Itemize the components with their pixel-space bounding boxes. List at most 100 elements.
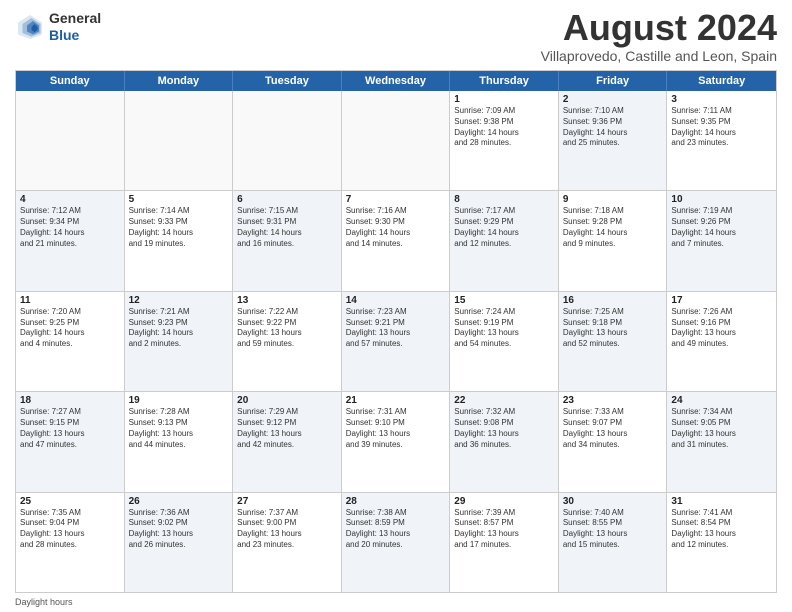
- calendar-row-1: 4Sunrise: 7:12 AM Sunset: 9:34 PM Daylig…: [16, 190, 776, 290]
- calendar-cell-r0-c4: 1Sunrise: 7:09 AM Sunset: 9:38 PM Daylig…: [450, 91, 559, 190]
- calendar: Sunday Monday Tuesday Wednesday Thursday…: [15, 70, 777, 593]
- calendar-row-3: 18Sunrise: 7:27 AM Sunset: 9:15 PM Dayli…: [16, 391, 776, 491]
- day-info: Sunrise: 7:16 AM Sunset: 9:30 PM Dayligh…: [346, 206, 446, 249]
- day-number: 1: [454, 94, 554, 105]
- calendar-cell-r3-c1: 19Sunrise: 7:28 AM Sunset: 9:13 PM Dayli…: [125, 392, 234, 491]
- calendar-row-4: 25Sunrise: 7:35 AM Sunset: 9:04 PM Dayli…: [16, 492, 776, 592]
- day-info: Sunrise: 7:33 AM Sunset: 9:07 PM Dayligh…: [563, 407, 663, 450]
- day-number: 24: [671, 395, 772, 406]
- day-number: 6: [237, 194, 337, 205]
- calendar-cell-r4-c0: 25Sunrise: 7:35 AM Sunset: 9:04 PM Dayli…: [16, 493, 125, 592]
- day-number: 29: [454, 496, 554, 507]
- day-number: 30: [563, 496, 663, 507]
- day-number: 2: [563, 94, 663, 105]
- location-subtitle: Villaprovedo, Castille and Leon, Spain: [541, 48, 777, 64]
- calendar-cell-r1-c5: 9Sunrise: 7:18 AM Sunset: 9:28 PM Daylig…: [559, 191, 668, 290]
- page-header: General Blue August 2024 Villaprovedo, C…: [15, 10, 777, 64]
- day-number: 19: [129, 395, 229, 406]
- day-info: Sunrise: 7:38 AM Sunset: 8:59 PM Dayligh…: [346, 508, 446, 551]
- day-number: 5: [129, 194, 229, 205]
- weekday-saturday: Saturday: [667, 71, 776, 91]
- calendar-cell-r3-c0: 18Sunrise: 7:27 AM Sunset: 9:15 PM Dayli…: [16, 392, 125, 491]
- day-info: Sunrise: 7:28 AM Sunset: 9:13 PM Dayligh…: [129, 407, 229, 450]
- day-number: 22: [454, 395, 554, 406]
- day-info: Sunrise: 7:22 AM Sunset: 9:22 PM Dayligh…: [237, 307, 337, 350]
- calendar-cell-r0-c2: [233, 91, 342, 190]
- day-number: 25: [20, 496, 120, 507]
- calendar-cell-r4-c5: 30Sunrise: 7:40 AM Sunset: 8:55 PM Dayli…: [559, 493, 668, 592]
- day-number: 27: [237, 496, 337, 507]
- day-number: 31: [671, 496, 772, 507]
- logo-blue: Blue: [49, 27, 79, 43]
- title-block: August 2024 Villaprovedo, Castille and L…: [541, 10, 777, 64]
- day-info: Sunrise: 7:11 AM Sunset: 9:35 PM Dayligh…: [671, 106, 772, 149]
- calendar-cell-r1-c2: 6Sunrise: 7:15 AM Sunset: 9:31 PM Daylig…: [233, 191, 342, 290]
- day-info: Sunrise: 7:27 AM Sunset: 9:15 PM Dayligh…: [20, 407, 120, 450]
- calendar-header: Sunday Monday Tuesday Wednesday Thursday…: [16, 71, 776, 91]
- calendar-cell-r3-c2: 20Sunrise: 7:29 AM Sunset: 9:12 PM Dayli…: [233, 392, 342, 491]
- calendar-cell-r3-c5: 23Sunrise: 7:33 AM Sunset: 9:07 PM Dayli…: [559, 392, 668, 491]
- day-info: Sunrise: 7:12 AM Sunset: 9:34 PM Dayligh…: [20, 206, 120, 249]
- day-info: Sunrise: 7:18 AM Sunset: 9:28 PM Dayligh…: [563, 206, 663, 249]
- weekday-monday: Monday: [125, 71, 234, 91]
- day-info: Sunrise: 7:09 AM Sunset: 9:38 PM Dayligh…: [454, 106, 554, 149]
- day-info: Sunrise: 7:36 AM Sunset: 9:02 PM Dayligh…: [129, 508, 229, 551]
- weekday-friday: Friday: [559, 71, 668, 91]
- day-info: Sunrise: 7:40 AM Sunset: 8:55 PM Dayligh…: [563, 508, 663, 551]
- calendar-cell-r2-c6: 17Sunrise: 7:26 AM Sunset: 9:16 PM Dayli…: [667, 292, 776, 391]
- day-info: Sunrise: 7:21 AM Sunset: 9:23 PM Dayligh…: [129, 307, 229, 350]
- calendar-cell-r0-c1: [125, 91, 234, 190]
- day-number: 23: [563, 395, 663, 406]
- day-number: 13: [237, 295, 337, 306]
- calendar-row-2: 11Sunrise: 7:20 AM Sunset: 9:25 PM Dayli…: [16, 291, 776, 391]
- logo-text: General Blue: [49, 10, 101, 44]
- calendar-cell-r3-c4: 22Sunrise: 7:32 AM Sunset: 9:08 PM Dayli…: [450, 392, 559, 491]
- calendar-cell-r3-c3: 21Sunrise: 7:31 AM Sunset: 9:10 PM Dayli…: [342, 392, 451, 491]
- calendar-cell-r4-c2: 27Sunrise: 7:37 AM Sunset: 9:00 PM Dayli…: [233, 493, 342, 592]
- day-info: Sunrise: 7:15 AM Sunset: 9:31 PM Dayligh…: [237, 206, 337, 249]
- calendar-cell-r1-c1: 5Sunrise: 7:14 AM Sunset: 9:33 PM Daylig…: [125, 191, 234, 290]
- calendar-cell-r2-c1: 12Sunrise: 7:21 AM Sunset: 9:23 PM Dayli…: [125, 292, 234, 391]
- calendar-cell-r0-c5: 2Sunrise: 7:10 AM Sunset: 9:36 PM Daylig…: [559, 91, 668, 190]
- calendar-cell-r4-c3: 28Sunrise: 7:38 AM Sunset: 8:59 PM Dayli…: [342, 493, 451, 592]
- calendar-cell-r2-c3: 14Sunrise: 7:23 AM Sunset: 9:21 PM Dayli…: [342, 292, 451, 391]
- calendar-cell-r2-c5: 16Sunrise: 7:25 AM Sunset: 9:18 PM Dayli…: [559, 292, 668, 391]
- weekday-wednesday: Wednesday: [342, 71, 451, 91]
- calendar-cell-r1-c6: 10Sunrise: 7:19 AM Sunset: 9:26 PM Dayli…: [667, 191, 776, 290]
- calendar-cell-r2-c0: 11Sunrise: 7:20 AM Sunset: 9:25 PM Dayli…: [16, 292, 125, 391]
- calendar-cell-r0-c6: 3Sunrise: 7:11 AM Sunset: 9:35 PM Daylig…: [667, 91, 776, 190]
- calendar-cell-r4-c4: 29Sunrise: 7:39 AM Sunset: 8:57 PM Dayli…: [450, 493, 559, 592]
- day-info: Sunrise: 7:32 AM Sunset: 9:08 PM Dayligh…: [454, 407, 554, 450]
- calendar-cell-r1-c3: 7Sunrise: 7:16 AM Sunset: 9:30 PM Daylig…: [342, 191, 451, 290]
- day-number: 18: [20, 395, 120, 406]
- calendar-cell-r2-c4: 15Sunrise: 7:24 AM Sunset: 9:19 PM Dayli…: [450, 292, 559, 391]
- day-info: Sunrise: 7:20 AM Sunset: 9:25 PM Dayligh…: [20, 307, 120, 350]
- day-info: Sunrise: 7:14 AM Sunset: 9:33 PM Dayligh…: [129, 206, 229, 249]
- day-number: 9: [563, 194, 663, 205]
- calendar-cell-r1-c0: 4Sunrise: 7:12 AM Sunset: 9:34 PM Daylig…: [16, 191, 125, 290]
- weekday-thursday: Thursday: [450, 71, 559, 91]
- calendar-cell-r3-c6: 24Sunrise: 7:34 AM Sunset: 9:05 PM Dayli…: [667, 392, 776, 491]
- day-info: Sunrise: 7:24 AM Sunset: 9:19 PM Dayligh…: [454, 307, 554, 350]
- calendar-cell-r0-c0: [16, 91, 125, 190]
- day-number: 12: [129, 295, 229, 306]
- calendar-row-0: 1Sunrise: 7:09 AM Sunset: 9:38 PM Daylig…: [16, 91, 776, 190]
- logo-icon: [15, 12, 45, 42]
- calendar-body: 1Sunrise: 7:09 AM Sunset: 9:38 PM Daylig…: [16, 91, 776, 592]
- logo-general: General: [49, 10, 101, 26]
- day-number: 15: [454, 295, 554, 306]
- day-info: Sunrise: 7:26 AM Sunset: 9:16 PM Dayligh…: [671, 307, 772, 350]
- day-info: Sunrise: 7:41 AM Sunset: 8:54 PM Dayligh…: [671, 508, 772, 551]
- day-info: Sunrise: 7:17 AM Sunset: 9:29 PM Dayligh…: [454, 206, 554, 249]
- day-number: 14: [346, 295, 446, 306]
- day-number: 21: [346, 395, 446, 406]
- weekday-sunday: Sunday: [16, 71, 125, 91]
- day-info: Sunrise: 7:10 AM Sunset: 9:36 PM Dayligh…: [563, 106, 663, 149]
- footer-label: Daylight hours: [15, 597, 73, 607]
- day-number: 20: [237, 395, 337, 406]
- day-info: Sunrise: 7:29 AM Sunset: 9:12 PM Dayligh…: [237, 407, 337, 450]
- page-title: August 2024: [541, 10, 777, 46]
- footer: Daylight hours: [15, 597, 777, 607]
- day-number: 11: [20, 295, 120, 306]
- day-number: 4: [20, 194, 120, 205]
